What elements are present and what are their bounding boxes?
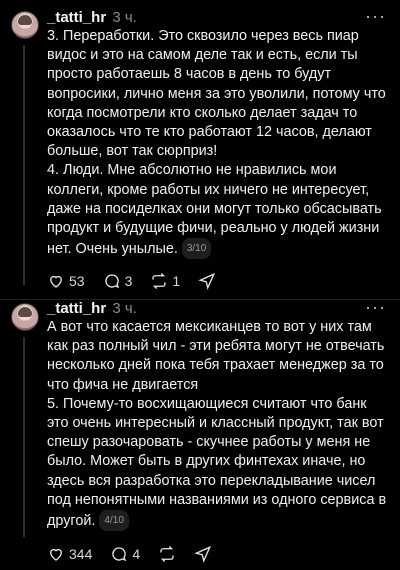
paragraph: 4. Люди. Мне абсолютно не нравились мои … (47, 161, 392, 260)
paragraph-text: 5. Почему-то восхищающиеся считают что б… (47, 395, 387, 530)
repost-button[interactable] (158, 545, 176, 563)
thread-line (23, 45, 25, 285)
paragraph: 5. Почему-то восхищающиеся считают что б… (47, 395, 392, 532)
share-button[interactable] (198, 272, 216, 290)
more-options-icon[interactable]: ··· (365, 297, 386, 318)
username[interactable]: _tatti_hr (47, 9, 106, 26)
like-button[interactable]: 53 (47, 272, 85, 290)
post-text: 3. Переработки. Это сквозило через весь … (47, 27, 392, 260)
repost-icon (152, 273, 167, 289)
comment-icon (104, 274, 119, 289)
thread-line (23, 337, 25, 537)
timestamp: 3 ч. (112, 300, 137, 317)
avatar[interactable] (11, 303, 39, 331)
share-button[interactable] (194, 545, 212, 563)
more-options-icon[interactable]: ··· (365, 6, 386, 27)
like-count: 53 (69, 273, 85, 289)
timestamp: 3 ч. (112, 9, 137, 26)
comment-button[interactable]: 3 (103, 272, 133, 290)
paragraph-text: 4. Люди. Мне абсолютно не нравились мои … (47, 162, 382, 258)
username[interactable]: _tatti_hr (47, 300, 106, 317)
share-icon (194, 545, 212, 563)
comment-count: 4 (132, 546, 141, 562)
repost-count: 1 (172, 273, 181, 289)
comment-icon (112, 547, 127, 562)
comment-count: 3 (124, 273, 133, 289)
like-count: 344 (69, 546, 93, 562)
page-indicator: 4/10 (99, 510, 129, 532)
heart-icon (50, 548, 62, 561)
repost-icon (160, 546, 174, 562)
page-indicator: 3/10 (181, 238, 212, 260)
comment-button[interactable]: 4 (110, 545, 140, 563)
like-button[interactable]: 344 (47, 545, 92, 563)
share-icon (198, 272, 216, 290)
paragraph: 3. Переработки. Это сквозило через весь … (47, 28, 386, 160)
avatar[interactable] (11, 11, 39, 39)
heart-icon (50, 275, 62, 288)
post-header: _tatti_hr 3 ч. (47, 300, 137, 317)
post-header: _tatti_hr 3 ч. (47, 9, 137, 26)
action-bar: 344 4 (47, 545, 230, 563)
action-bar: 53 3 1 (47, 272, 234, 290)
post-text: А вот что касается мексиканцев то вот у … (47, 318, 392, 532)
repost-button[interactable]: 1 (150, 272, 180, 290)
paragraph: А вот что касается мексиканцев то вот у … (47, 319, 385, 393)
